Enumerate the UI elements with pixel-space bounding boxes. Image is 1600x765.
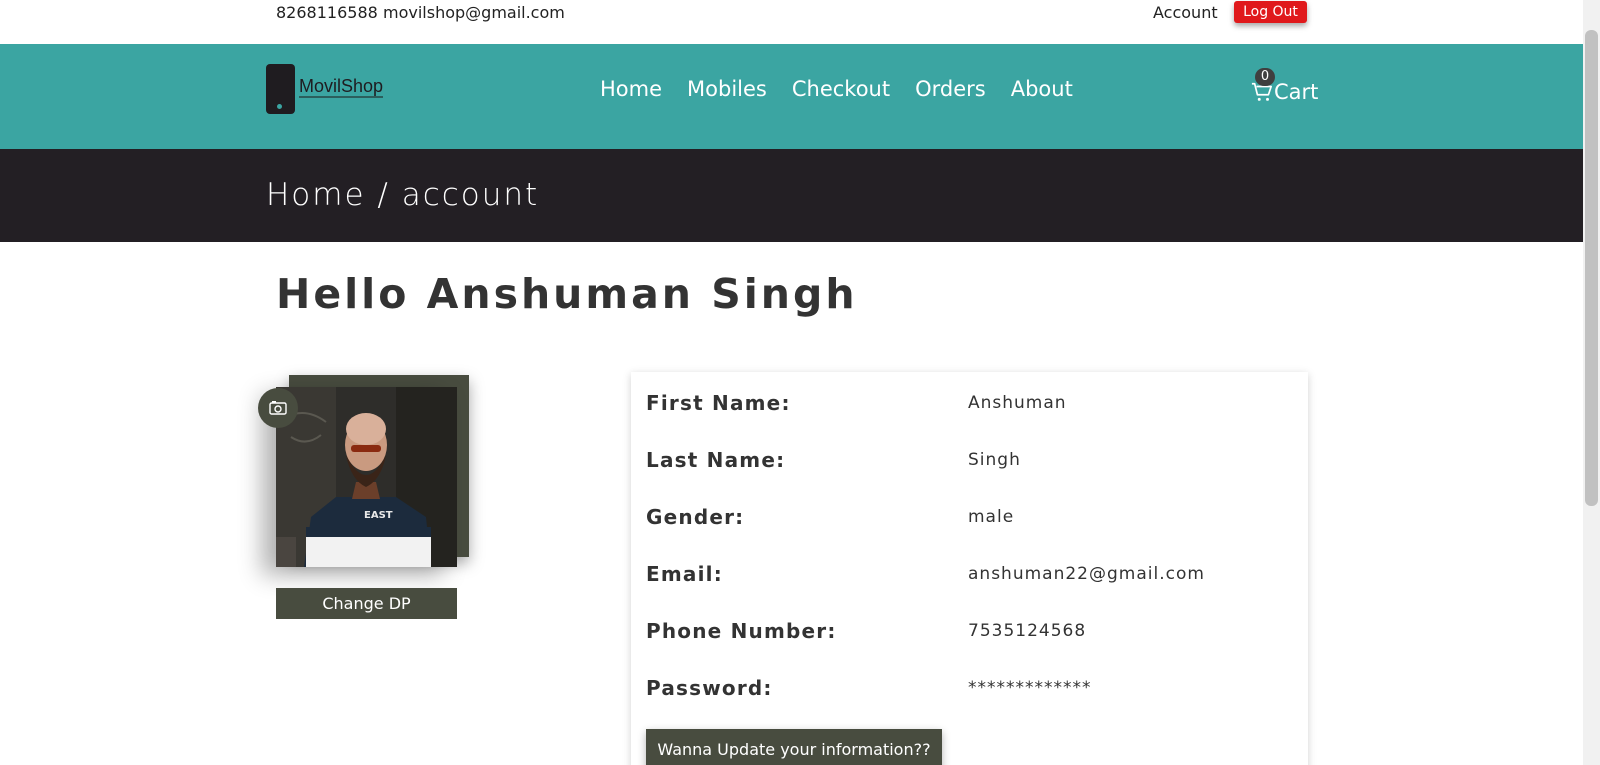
info-row-first-name: First Name: Anshuman [646, 391, 1286, 421]
page-title: Hello Anshuman Singh [276, 270, 858, 318]
info-value: 7535124568 [968, 621, 1087, 641]
page: 8268116588 movilshop@gmail.com Account L… [0, 0, 1600, 765]
contact-phone: 8268116588 [276, 3, 378, 22]
change-photo-button[interactable] [258, 388, 298, 428]
info-label: Last Name: [646, 448, 786, 472]
info-label: Gender: [646, 505, 745, 529]
breadcrumb-band: Home / account [0, 149, 1583, 242]
info-value: male [968, 507, 1015, 527]
info-label: First Name: [646, 391, 791, 415]
profile-info-card: First Name: Anshuman Last Name: Singh Ge… [631, 372, 1308, 765]
nav-links: Home Mobiles Checkout Orders About [600, 77, 1098, 101]
cart-label: Cart [1274, 80, 1319, 104]
camera-icon [269, 401, 287, 415]
info-label: Password: [646, 676, 773, 700]
info-value: Singh [968, 450, 1021, 470]
info-row-password: Password: ************* [646, 676, 1286, 706]
change-dp-button[interactable]: Change DP [276, 588, 457, 619]
info-row-email: Email: anshuman22@gmail.com [646, 562, 1286, 592]
phone-logo-icon [266, 64, 295, 114]
nav-link-checkout[interactable]: Checkout [792, 77, 890, 101]
info-label: Phone Number: [646, 619, 837, 643]
profile-picture-frame: EAST [258, 375, 476, 575]
shirt-text: EAST [364, 510, 393, 521]
info-value: ************* [968, 678, 1092, 698]
info-value: Anshuman [968, 393, 1067, 413]
cart-link[interactable]: 0 Cart [1251, 68, 1331, 108]
breadcrumb: Home / account [266, 177, 540, 213]
logo-text: MovilShop [299, 76, 384, 98]
info-row-last-name: Last Name: Singh [646, 448, 1286, 478]
info-label: Email: [646, 562, 723, 586]
cart-count-badge: 0 [1255, 68, 1275, 86]
info-value: anshuman22@gmail.com [968, 564, 1205, 584]
scrollbar-thumb[interactable] [1585, 30, 1598, 506]
contact-email: movilshop@gmail.com [383, 3, 565, 22]
site-logo[interactable]: MovilShop [266, 64, 396, 116]
top-bar: 8268116588 movilshop@gmail.com Account L… [0, 0, 1583, 44]
nav-link-about[interactable]: About [1011, 77, 1073, 101]
info-row-phone: Phone Number: 7535124568 [646, 619, 1286, 649]
update-info-button[interactable]: Wanna Update your information?? [646, 729, 942, 765]
page-scrollbar[interactable] [1583, 0, 1600, 765]
nav-link-mobiles[interactable]: Mobiles [687, 77, 767, 101]
nav-link-home[interactable]: Home [600, 77, 662, 101]
account-link[interactable]: Account [1153, 3, 1218, 22]
info-row-gender: Gender: male [646, 505, 1286, 535]
logout-button[interactable]: Log Out [1234, 1, 1307, 23]
main-navbar: MovilShop Home Mobiles Checkout Orders A… [0, 44, 1583, 149]
profile-picture: EAST [276, 387, 457, 567]
nav-link-orders[interactable]: Orders [915, 77, 986, 101]
